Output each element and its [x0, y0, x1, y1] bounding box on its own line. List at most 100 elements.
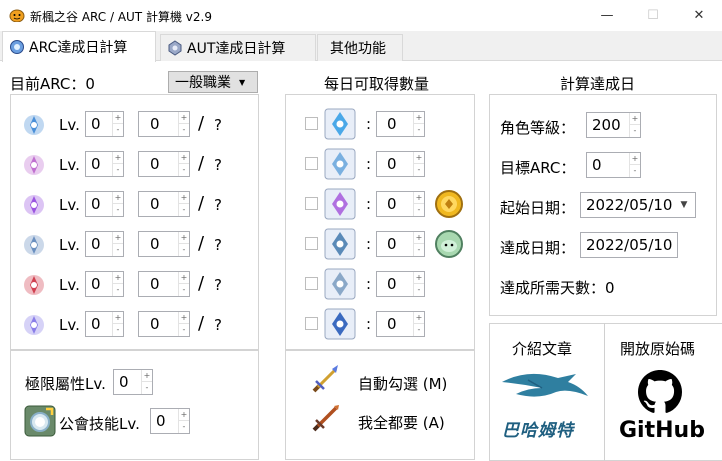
spin-up-icon[interactable]: + [414, 112, 424, 124]
spin-down-icon[interactable]: - [630, 125, 640, 137]
spin-down-icon[interactable]: - [179, 124, 189, 136]
spin-up-icon[interactable]: + [113, 112, 123, 124]
spin-up-icon[interactable]: + [179, 152, 189, 164]
spin-up-icon[interactable]: + [414, 152, 424, 164]
spin-up-icon[interactable]: + [142, 370, 152, 382]
daily-amount-spinner[interactable]: 0 + - [376, 151, 425, 177]
spin-up-icon[interactable]: + [414, 192, 424, 204]
symbol-count-spinner[interactable]: 0 + - [138, 231, 190, 257]
spin-up-icon[interactable]: + [179, 192, 189, 204]
spin-up-icon[interactable]: + [414, 272, 424, 284]
spin-down-icon[interactable]: - [414, 284, 424, 296]
daily-amount-spinner[interactable]: 0 + - [376, 191, 425, 217]
spin-up-icon[interactable]: + [179, 112, 189, 124]
slash-separator: / [198, 273, 205, 294]
spin-down-icon[interactable]: - [113, 204, 123, 216]
spin-down-icon[interactable]: - [414, 164, 424, 176]
arcane-symbol-icon [10, 40, 24, 54]
tab-aut[interactable]: AUT達成日計算 [160, 34, 316, 61]
daily-amount-spinner[interactable]: 0 + - [376, 111, 425, 137]
vanishing-journey-icon [324, 108, 356, 140]
spin-up-icon[interactable]: + [179, 409, 189, 421]
spin-up-icon[interactable]: + [630, 113, 640, 125]
spin-down-icon[interactable]: - [179, 164, 189, 176]
spin-down-icon[interactable]: - [179, 324, 189, 336]
spin-up-icon[interactable]: + [113, 232, 123, 244]
symbol-count-spinner[interactable]: 0 + - [138, 191, 190, 217]
target-arc-spinner[interactable]: 0 + - [586, 152, 641, 178]
symbol-count-value: 0 [150, 155, 160, 173]
daily-amount-spinner[interactable]: 0 + - [376, 271, 425, 297]
target-arc-label: 目標ARC： [500, 159, 576, 177]
symbol-level-spinner[interactable]: 0 + - [85, 311, 124, 337]
auto-check-button[interactable]: 自動勾選 (M) [358, 373, 447, 394]
minimize-icon: — [600, 8, 614, 23]
start-date-label: 起始日期： [500, 199, 576, 217]
spin-down-icon[interactable]: - [179, 421, 189, 433]
symbol-level-spinner[interactable]: 0 + - [85, 151, 124, 177]
symbol-count-spinner[interactable]: 0 + - [138, 311, 190, 337]
symbol-level-spinner[interactable]: 0 + - [85, 111, 124, 137]
symbol-level-spinner[interactable]: 0 + - [85, 191, 124, 217]
spin-up-icon[interactable]: + [113, 192, 123, 204]
guild-skill-spinner[interactable]: 0 + - [150, 408, 190, 434]
level-prefix: Lv. [59, 116, 80, 134]
daily-checkbox[interactable] [305, 237, 318, 250]
symbol-level-spinner[interactable]: 0 + - [85, 231, 124, 257]
tab-other[interactable]: 其他功能 [317, 34, 403, 61]
minimize-button[interactable]: — [584, 0, 630, 31]
maximize-button[interactable]: ☐ [630, 0, 676, 31]
symbol-count-spinner[interactable]: 0 + - [138, 271, 190, 297]
spin-up-icon[interactable]: + [630, 153, 640, 165]
char-level-spinner[interactable]: 200 + - [586, 112, 641, 138]
spin-up-icon[interactable]: + [113, 312, 123, 324]
daily-amount-spinner[interactable]: 0 + - [376, 231, 425, 257]
spin-up-icon[interactable]: + [414, 232, 424, 244]
spin-down-icon[interactable]: - [113, 244, 123, 256]
arcana-symbol-icon [24, 235, 44, 255]
spin-down-icon[interactable]: - [179, 204, 189, 216]
spin-down-icon[interactable]: - [630, 165, 640, 177]
spin-up-icon[interactable]: + [179, 312, 189, 324]
spin-down-icon[interactable]: - [414, 244, 424, 256]
spin-down-icon[interactable]: - [414, 324, 424, 336]
symbol-count-spinner[interactable]: 0 + - [138, 111, 190, 137]
spin-down-icon[interactable]: - [113, 164, 123, 176]
job-type-dropdown[interactable]: 一般職業 ▼ [168, 71, 258, 93]
spin-down-icon[interactable]: - [142, 382, 152, 394]
chevron-down-icon: ▼ [239, 77, 246, 87]
spin-down-icon[interactable]: - [414, 124, 424, 136]
spin-down-icon[interactable]: - [113, 284, 123, 296]
spin-down-icon[interactable]: - [113, 124, 123, 136]
spin-up-icon[interactable]: + [179, 232, 189, 244]
daily-checkbox[interactable] [305, 117, 318, 130]
symbol-level-spinner[interactable]: 0 + - [85, 271, 124, 297]
tab-arc[interactable]: ARC達成日計算 [2, 31, 156, 62]
spin-down-icon[interactable]: - [179, 244, 189, 256]
level-prefix: Lv. [59, 276, 80, 294]
symbol-count-spinner[interactable]: 0 + - [138, 151, 190, 177]
chevron-down-icon[interactable]: ▼ [673, 193, 695, 217]
spin-up-icon[interactable]: + [179, 272, 189, 284]
daily-checkbox[interactable] [305, 157, 318, 170]
extreme-attr-spinner[interactable]: 0 + - [113, 369, 153, 395]
spin-up-icon[interactable]: + [414, 312, 424, 324]
daily-checkbox[interactable] [305, 197, 318, 210]
spin-down-icon[interactable]: - [113, 324, 123, 336]
daily-checkbox[interactable] [305, 317, 318, 330]
start-date-picker[interactable]: 2022/05/10 ▼ [580, 192, 696, 218]
spin-down-icon[interactable]: - [179, 284, 189, 296]
bahamut-article-link[interactable]: 介紹文章 巴哈姆特 [490, 324, 604, 461]
daily-checkbox[interactable] [305, 277, 318, 290]
daily-amount-spinner[interactable]: 0 + - [376, 311, 425, 337]
required-count: ? [214, 276, 222, 294]
spin-up-icon[interactable]: + [113, 272, 123, 284]
required-count: ? [214, 116, 222, 134]
slash-separator: / [198, 233, 205, 254]
spin-down-icon[interactable]: - [414, 204, 424, 216]
main-panel: 目前ARC：0 一般職業 ▼ 極限屬性Lv. 0 + - 公會技能Lv. 0 + -… [0, 61, 722, 461]
close-button[interactable]: ✕ [676, 0, 722, 31]
github-source-link[interactable]: 開放原始碼 GitHub [605, 324, 722, 461]
want-all-button[interactable]: 我全都要 (A) [358, 412, 445, 433]
spin-up-icon[interactable]: + [113, 152, 123, 164]
